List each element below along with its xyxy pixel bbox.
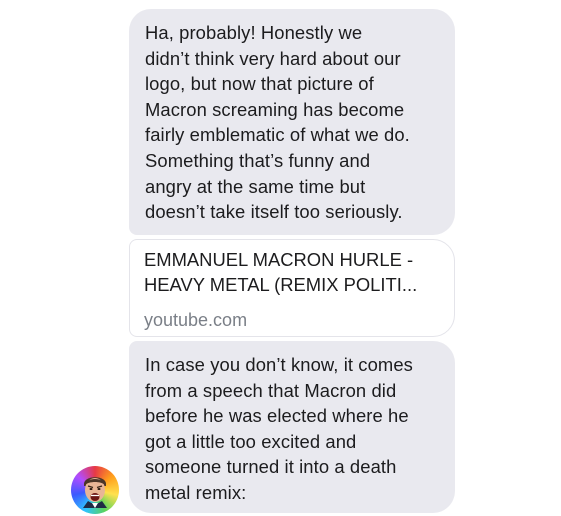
message-text-line: before he was elected where he [145, 405, 409, 427]
message-thread: Ha, probably! Honestly we didn’t think v… [0, 0, 561, 516]
message-text-line: didn’t think very hard about our [145, 47, 401, 69]
message-bubble[interactable]: Ha, probably! Honestly we didn’t think v… [129, 9, 455, 235]
message-text-line: Ha, probably! Honestly we [145, 22, 363, 43]
link-preview-card[interactable]: EMMANUEL MACRON HURLE - HEAVY METAL (REM… [129, 239, 455, 337]
message-text-line: logo, but now that picture of [145, 73, 374, 95]
message-text-line: someone turned it into a death [145, 456, 397, 478]
screaming-face-avatar-icon[interactable] [71, 466, 119, 514]
message-text-line: from a speech that Macron did [145, 379, 397, 401]
link-title-line: EMMANUEL MACRON HURLE - [144, 249, 414, 270]
face-icon [83, 477, 107, 508]
message-text-line: Something that’s funny and [145, 149, 371, 171]
message-text-line: doesn’t take itself too seriously. [145, 201, 403, 223]
message-text-line: got a little too excited and [145, 430, 357, 452]
message-text-line: In case you don’t know, it comes [145, 354, 413, 375]
message-text-line: angry at the same time but [145, 175, 366, 197]
link-preview-title: EMMANUEL MACRON HURLE - HEAVY METAL (REM… [144, 248, 440, 297]
link-preview-domain: youtube.com [144, 310, 248, 330]
message-text-line: Macron screaming has become [145, 98, 405, 120]
message-text-line: metal remix: [145, 481, 247, 503]
link-title-line: HEAVY METAL (REMIX POLITI... [144, 273, 418, 295]
message-text-line: fairly emblematic of what we do. [145, 124, 410, 146]
message-bubble[interactable]: In case you don’t know, it comes from a … [129, 341, 455, 513]
